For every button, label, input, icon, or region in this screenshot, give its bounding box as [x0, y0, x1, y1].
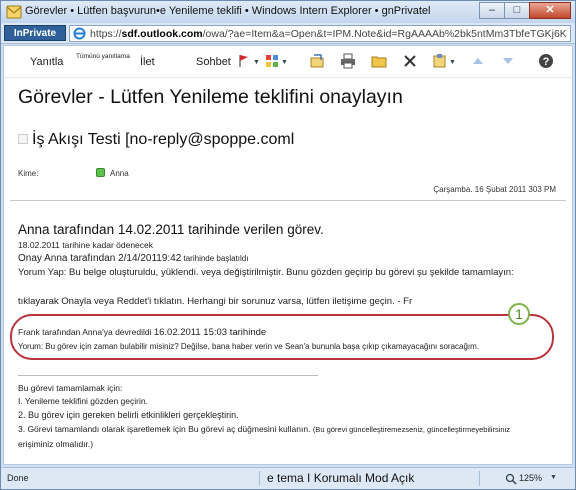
- delegation-text: Frank tarafından Anna'ya devredildi 16.0…: [18, 327, 266, 338]
- sender-name[interactable]: İş Akışı Testi [no-reply@spoppe.coml: [32, 131, 294, 149]
- presence-icon: [96, 168, 105, 177]
- flag-icon[interactable]: [236, 53, 252, 69]
- window-title: Görevler • Lütfen başvurun•e Yenileme te…: [25, 5, 431, 17]
- rules-icon[interactable]: [432, 53, 448, 69]
- print-icon[interactable]: [340, 53, 356, 69]
- started-main: Onay Anna tarafından 2/14/20119:42: [18, 253, 182, 264]
- step-3-continued: erişiminiz olmalıdır.): [18, 439, 94, 449]
- zoom-icon[interactable]: [505, 473, 517, 485]
- step-1: I. Yenileme teklifini gözden geçirin.: [18, 396, 148, 406]
- status-bar: Done e tema I Korumalı Mod Açık 125% ▼: [1, 467, 575, 489]
- message-date: Çarşamba. 16 Şubat 2011 303 PM: [433, 185, 556, 194]
- step-3-main: 3. Görevi tamamlandı olarak işaretlemek …: [18, 424, 313, 434]
- delegation-prefix: Frank tarafından Anna'ya devredildi: [18, 327, 154, 337]
- folder-icon[interactable]: [371, 53, 387, 69]
- instruction-text: tıklayarak Onayla veya Reddet'i tıklatın…: [18, 296, 413, 307]
- forward-button[interactable]: İlet: [140, 56, 155, 68]
- inprivate-badge[interactable]: InPrivate: [4, 25, 66, 41]
- browser-window: Görevler • Lütfen başvurun•e Yenileme te…: [0, 0, 576, 490]
- callout-number-badge: 1: [508, 303, 530, 325]
- categorize-icon[interactable]: [264, 53, 280, 69]
- chat-button[interactable]: Sohbet: [196, 56, 231, 68]
- due-date-text: 18.02.2011 tarihine kadar ödenecek: [18, 240, 153, 250]
- status-divider: [479, 471, 480, 486]
- reply-button[interactable]: Yanıtla: [30, 56, 63, 68]
- flag-dropdown-icon[interactable]: ▼: [253, 59, 260, 66]
- step-3: 3. Görevi tamamlandı olarak işaretlemek …: [18, 424, 510, 434]
- status-text: Done: [7, 473, 29, 483]
- outlook-web-icon: [6, 5, 22, 19]
- title-bar: Görevler • Lütfen başvurun•e Yenileme te…: [1, 1, 575, 23]
- status-divider: [259, 471, 260, 486]
- delegation-date: 16.02.2011 15:03 tarihinde: [153, 327, 267, 338]
- url-prefix: https://: [90, 28, 122, 40]
- task-heading: Anna tarafından 14.02.2011 tarihinde ver…: [18, 222, 324, 237]
- close-button[interactable]: ✕: [529, 2, 571, 19]
- protected-mode-text[interactable]: e tema I Korumalı Mod Açık: [267, 471, 414, 485]
- delegation-comment: Yorum: Bu görev için zaman bulabilir mis…: [18, 342, 480, 351]
- zoom-dropdown-icon[interactable]: ▼: [550, 474, 557, 481]
- move-icon[interactable]: [309, 53, 325, 69]
- reply-all-button[interactable]: Tümünü yanıtlama: [76, 53, 130, 60]
- url-path: /owa/?ae=Item&a=Open&t=IPM.Note&id=RgAAA…: [202, 28, 566, 40]
- steps-divider: [18, 375, 318, 376]
- sender-checkbox[interactable]: [18, 134, 28, 144]
- recipient-name[interactable]: Anna: [110, 169, 129, 178]
- window-controls: – □ ✕: [479, 2, 571, 19]
- maximize-button[interactable]: □: [504, 2, 530, 19]
- url-domain: sdf.outlook.com: [121, 28, 203, 40]
- message-subject: Görevler - Lütfen Yenileme teklifini ona…: [18, 86, 403, 108]
- previous-icon[interactable]: [470, 53, 486, 69]
- comment-text: Yorum Yap: Bu belge oluşturuldu, yüklend…: [18, 267, 514, 278]
- step-2: 2. Bu görev için gereken belirli etkinli…: [18, 410, 239, 420]
- message-toolbar: Yanıtla Tümünü yanıtlama İlet Sohbet ▼ ▼: [4, 46, 572, 78]
- url-input[interactable]: https://sdf.outlook.com/owa/?ae=Item&a=O…: [69, 25, 571, 42]
- delete-icon[interactable]: [402, 53, 418, 69]
- to-label: Kime:: [18, 169, 39, 178]
- rules-dropdown-icon[interactable]: ▼: [449, 59, 456, 66]
- started-text: Onay Anna tarafından 2/14/20119:42 tarih…: [18, 253, 248, 264]
- started-suffix: tarihinde başlatıldı: [181, 254, 249, 263]
- next-icon[interactable]: [500, 53, 516, 69]
- minimize-button[interactable]: –: [479, 2, 505, 19]
- help-icon[interactable]: ?: [538, 53, 554, 69]
- step-3-note: (Bu görevi güncelleştiremezseniz, güncel…: [312, 425, 510, 434]
- page-content: Yanıtla Tümünü yanıtlama İlet Sohbet ▼ ▼: [3, 45, 573, 465]
- address-bar: InPrivate https://sdf.outlook.com/owa/?a…: [1, 23, 575, 44]
- svg-text:?: ?: [543, 56, 550, 68]
- header-divider: [10, 200, 566, 201]
- internet-explorer-icon: [73, 27, 86, 40]
- categorize-dropdown-icon[interactable]: ▼: [281, 59, 288, 66]
- zoom-level[interactable]: 125%: [519, 473, 542, 483]
- steps-intro: Bu görevi tamamlamak için:: [18, 383, 123, 393]
